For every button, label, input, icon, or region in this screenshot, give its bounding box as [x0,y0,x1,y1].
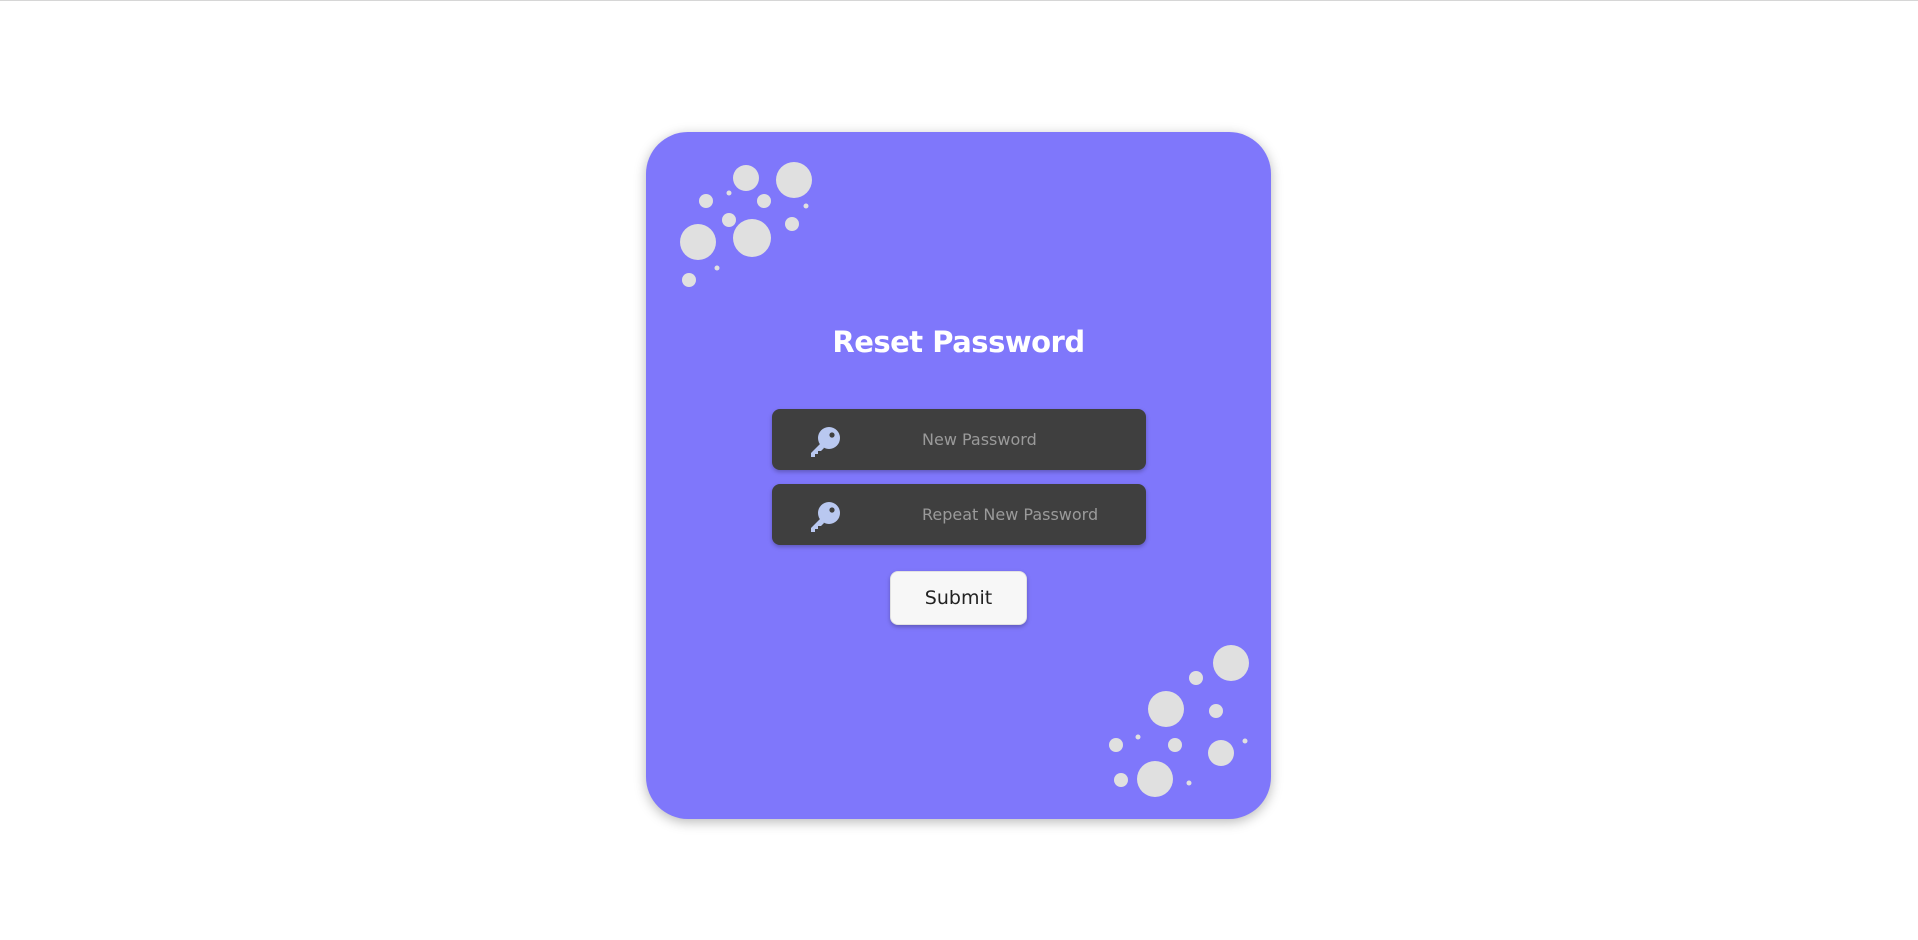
page-title: Reset Password [832,325,1085,359]
new-password-input[interactable] [922,409,1136,470]
key-icon [811,502,840,532]
repeat-password-input[interactable] [922,484,1136,545]
key-icon [811,427,840,457]
decorative-bubbles [680,162,1249,797]
submit-button[interactable]: Submit [890,571,1027,625]
repeat-password-field [772,484,1146,545]
new-password-field [772,409,1146,470]
reset-password-card: Reset Password Submit [646,132,1271,819]
top-divider [0,0,1918,1]
